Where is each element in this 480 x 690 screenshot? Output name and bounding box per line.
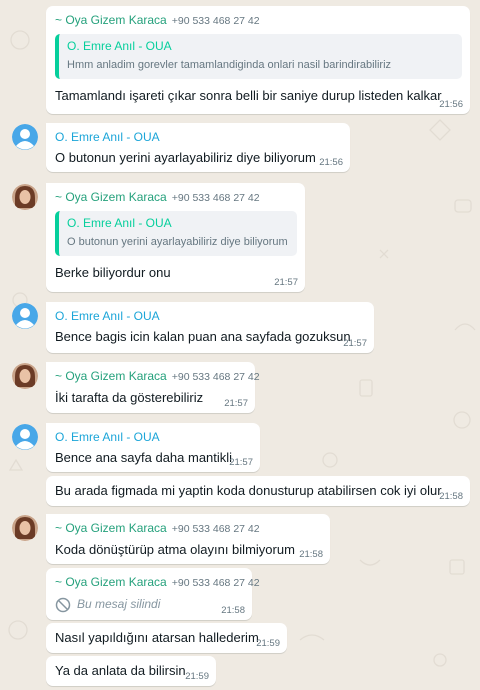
avatar[interactable]	[12, 303, 38, 329]
message-sender[interactable]: O. Emre Anıl - OUA	[55, 129, 342, 145]
message-sender[interactable]: O. Emre Anıl - OUA	[55, 308, 366, 324]
deleted-message: Bu mesaj silindi	[55, 595, 244, 613]
message-text: Tamamlandı işareti çıkar sonra belli bir…	[55, 88, 442, 103]
message-bubble[interactable]: O. Emre Anıl - OUA Bence bagis icin kala…	[46, 302, 374, 353]
sender-name[interactable]: ~ Oya Gizem Karaca	[55, 190, 167, 204]
quoted-sender: O. Emre Anıl - OUA	[67, 39, 172, 53]
avatar[interactable]	[12, 515, 38, 541]
message-time: 21:57	[229, 457, 253, 468]
message-text: İki tarafta da gösterebiliriz	[55, 390, 204, 405]
message-text: O butonun yerini ayarlayabiliriz diye bi…	[55, 150, 316, 165]
avatar[interactable]	[12, 184, 38, 210]
profile-photo-icon	[12, 363, 38, 389]
quoted-text: Hmm anladim gorevler tamamlandiginda onl…	[67, 59, 392, 71]
sender-phone: +90 533 468 27 42	[171, 192, 260, 204]
sender-phone: +90 533 468 27 42	[171, 577, 260, 589]
message-sender[interactable]: ~ Oya Gizem Karaca +90 533 468 27 42	[55, 574, 260, 591]
default-avatar-icon	[12, 124, 38, 150]
message-bubble[interactable]: Nasıl yapıldığını atarsan hallederim 21:…	[46, 623, 287, 653]
profile-photo-icon	[12, 515, 38, 541]
sender-name[interactable]: O. Emre Anıl - OUA	[55, 130, 160, 144]
sender-name[interactable]: ~ Oya Gizem Karaca	[55, 521, 167, 535]
avatar[interactable]	[12, 363, 38, 389]
sender-phone: +90 533 468 27 42	[171, 371, 260, 383]
message-time: 21:57	[224, 398, 248, 409]
message-time: 21:56	[439, 99, 463, 110]
message-bubble[interactable]: Ya da anlata da bilirsin 21:59	[46, 656, 216, 686]
quoted-message[interactable]: O. Emre Anıl - OUA Hmm anladim gorevler …	[55, 34, 462, 79]
message-bubble[interactable]: ~ Oya Gizem Karaca +90 533 468 27 42 İki …	[46, 362, 260, 413]
default-avatar-icon	[12, 424, 38, 450]
message-time: 21:59	[185, 671, 209, 682]
message-bubble[interactable]: Bu arada figmada mi yaptin koda donustur…	[46, 476, 470, 506]
message-time: 21:59	[256, 638, 280, 649]
message-time: 21:58	[439, 491, 463, 502]
message-time: 21:58	[221, 605, 245, 616]
sender-phone: +90 533 468 27 42	[171, 15, 260, 27]
message-bubble[interactable]: ~ Oya Gizem Karaca +90 533 468 27 42 O. E…	[46, 6, 470, 114]
sender-name[interactable]: ~ Oya Gizem Karaca	[55, 13, 167, 27]
message-sender[interactable]: O. Emre Anıl - OUA	[55, 429, 252, 445]
message-sender[interactable]: ~ Oya Gizem Karaca +90 533 468 27 42	[55, 368, 260, 385]
message-time: 21:57	[274, 277, 298, 288]
sender-phone: +90 533 468 27 42	[171, 523, 260, 535]
sender-name[interactable]: ~ Oya Gizem Karaca	[55, 575, 167, 589]
avatar[interactable]	[12, 424, 38, 450]
message-sender[interactable]: ~ Oya Gizem Karaca +90 533 468 27 42	[55, 189, 297, 206]
message-sender[interactable]: ~ Oya Gizem Karaca +90 533 468 27 42	[55, 520, 322, 537]
message-bubble[interactable]: ~ Oya Gizem Karaca +90 533 468 27 42 Koda…	[46, 514, 330, 564]
message-bubble[interactable]: ~ Oya Gizem Karaca +90 533 468 27 42 Bu m…	[46, 568, 260, 620]
message-time: 21:57	[343, 338, 367, 349]
message-text: Bence bagis icin kalan puan ana sayfada …	[55, 329, 351, 344]
sender-name[interactable]: ~ Oya Gizem Karaca	[55, 369, 167, 383]
quoted-text: O butonun yerini ayarlayabiliriz diye bi…	[67, 236, 288, 248]
quoted-sender: O. Emre Anıl - OUA	[67, 216, 172, 230]
default-avatar-icon	[12, 303, 38, 329]
message-bubble[interactable]: ~ Oya Gizem Karaca +90 533 468 27 42 O. E…	[46, 183, 305, 292]
sender-name[interactable]: O. Emre Anıl - OUA	[55, 430, 160, 444]
message-time: 21:56	[319, 157, 343, 168]
message-time: 21:58	[299, 549, 323, 560]
deleted-message-text: Bu mesaj silindi	[77, 597, 161, 611]
message-text: Berke biliyordur onu	[55, 265, 171, 280]
prohibited-icon	[55, 597, 71, 613]
message-text: Koda dönüştürüp atma olayını bilmiyorum	[55, 542, 295, 557]
message-text: Bu arada figmada mi yaptin koda donustur…	[55, 483, 442, 498]
avatar[interactable]	[12, 124, 38, 150]
message-text: Nasıl yapıldığını atarsan hallederim	[55, 630, 259, 645]
profile-photo-icon	[12, 184, 38, 210]
quoted-message[interactable]: O. Emre Anıl - OUA O butonun yerini ayar…	[55, 211, 297, 256]
message-bubble[interactable]: O. Emre Anıl - OUA O butonun yerini ayar…	[46, 123, 350, 172]
message-text: Bence ana sayfa daha mantikli	[55, 450, 233, 465]
message-sender[interactable]: ~ Oya Gizem Karaca +90 533 468 27 42	[55, 12, 462, 29]
sender-name[interactable]: O. Emre Anıl - OUA	[55, 309, 160, 323]
message-bubble[interactable]: O. Emre Anıl - OUA Bence ana sayfa daha …	[46, 423, 260, 472]
